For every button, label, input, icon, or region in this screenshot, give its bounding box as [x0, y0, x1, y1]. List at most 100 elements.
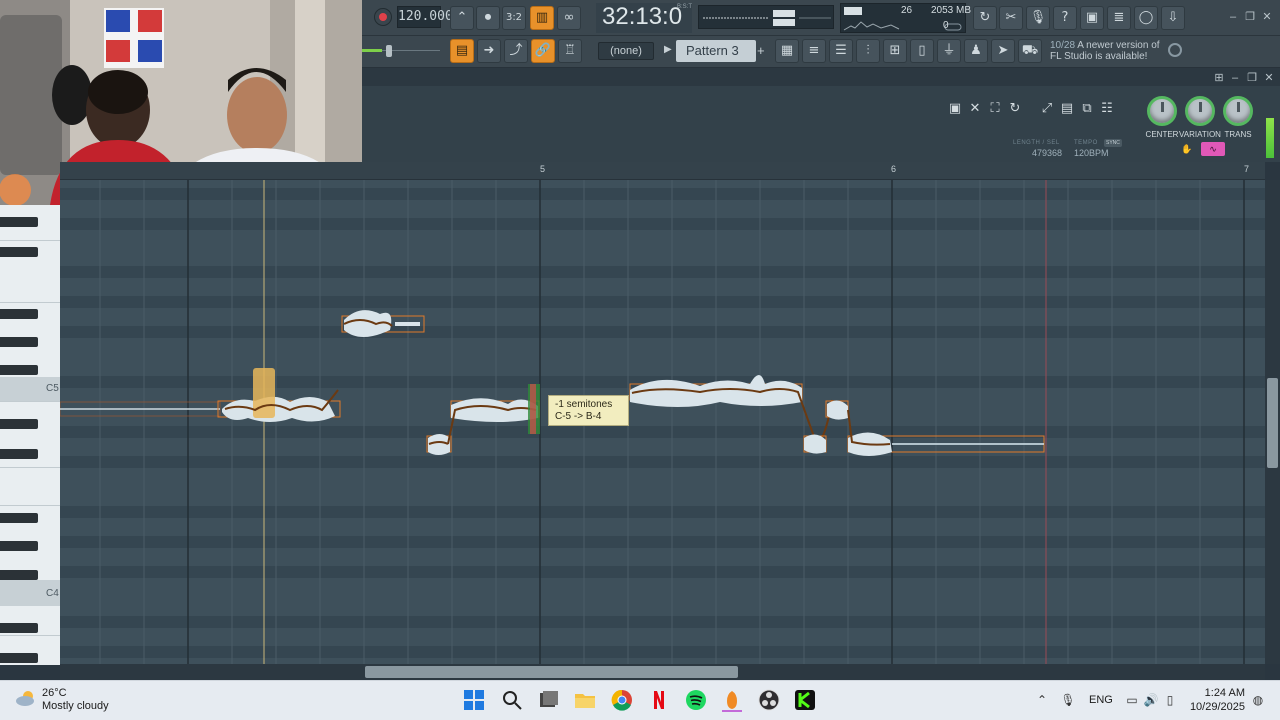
trans-knob[interactable] — [1223, 96, 1253, 126]
update-notification[interactable]: 10/28 A newer version of FL Studio is av… — [1050, 40, 1170, 62]
length-label: LENGTH / SEL — [1013, 140, 1060, 146]
note-blob[interactable] — [426, 434, 452, 455]
plugin-icon[interactable]: ⏚ — [937, 39, 961, 63]
mixer-window-icon[interactable]: ⫶ — [856, 39, 880, 63]
battery-icon[interactable]: ▯ — [1162, 692, 1178, 708]
countdown-icon[interactable]: 3:2 — [502, 6, 526, 30]
pitch-tool-icon[interactable]: ⤢ — [1038, 100, 1056, 118]
vertical-scroll-thumb[interactable] — [1267, 378, 1278, 468]
timeline-ruler[interactable] — [60, 162, 1265, 180]
loop-record-icon[interactable]: ∞ — [557, 6, 581, 30]
start-icon[interactable] — [462, 688, 486, 712]
editor-maximize-icon[interactable]: ❐ — [1245, 71, 1259, 85]
shop-icon[interactable]: ⛟ — [1018, 39, 1042, 63]
weather-temperature[interactable]: 26°C — [42, 687, 67, 699]
clock-date[interactable]: 10/29/2025 — [1181, 701, 1245, 713]
close-icon[interactable]: ✕ — [1260, 10, 1274, 24]
position-unit-label: B:S:T — [677, 4, 693, 10]
browser-icon[interactable]: ⊞ — [883, 39, 907, 63]
online-icon[interactable] — [1168, 43, 1182, 57]
help-icon[interactable]: ? — [1053, 6, 1077, 30]
record-button[interactable] — [374, 8, 392, 26]
weather-description[interactable]: Mostly cloudy — [42, 700, 109, 712]
polyphony-value: 0 — [943, 20, 949, 31]
task-view-icon[interactable] — [537, 688, 561, 712]
restore-icon[interactable]: ❐ — [1243, 10, 1257, 24]
channel-select[interactable]: (none) — [598, 42, 654, 60]
notification-icon[interactable]: ◍ — [1250, 692, 1266, 708]
microphone-tray-icon[interactable]: 🎙 — [1060, 692, 1076, 708]
fl-studio-icon[interactable] — [720, 688, 744, 712]
hint-line1: A newer version of — [1077, 40, 1160, 51]
slide-tool-icon[interactable]: ⤴ — [504, 39, 528, 63]
piano-roll-window-icon[interactable]: ≡ — [802, 39, 826, 63]
tooltip-semitones: -1 semitones — [555, 399, 613, 410]
editor-minimize-icon[interactable]: – — [1228, 71, 1242, 85]
tray-overflow-icon[interactable]: ⌃ — [1034, 692, 1050, 708]
language-indicator[interactable]: ENG — [1089, 694, 1113, 706]
cloudy-weather-icon[interactable] — [14, 688, 38, 708]
editor-header — [362, 86, 1280, 162]
stamp-icon[interactable]: ♖ — [558, 39, 582, 63]
volume-icon[interactable]: 🔊 — [1143, 692, 1159, 708]
touch-keyboard-icon[interactable]: ♟ — [964, 39, 988, 63]
editor-close-icon[interactable]: ✕ — [1262, 71, 1276, 85]
wait-input-icon[interactable]: ⏺ — [476, 6, 500, 30]
refresh-icon[interactable]: ↻ — [1006, 100, 1024, 118]
tempo-display[interactable]: 120.000 — [397, 6, 453, 28]
search-icon[interactable] — [500, 688, 524, 712]
slice-tool-icon[interactable]: ✕ — [966, 100, 984, 118]
sync-badge[interactable]: SYNC — [1104, 139, 1122, 147]
window-menu-icon[interactable]: ⊞ — [1212, 71, 1226, 85]
windows-taskbar — [0, 680, 1280, 720]
mixer-icon[interactable]: ≣ — [1107, 6, 1131, 30]
playlist-icon[interactable]: ▦ — [775, 39, 799, 63]
settings-icon[interactable]: ☷ — [1098, 100, 1116, 118]
grid-rows — [60, 180, 1265, 665]
fl-studio-window: 120.000 ⌃ ⏺ 3:2 ▥ ∞ 32:13:0 B:S:T 26 205… — [0, 0, 1280, 720]
kick-icon[interactable] — [793, 688, 817, 712]
master-volume-slider[interactable] — [362, 44, 442, 58]
copy-icon[interactable]: ⧉ — [1078, 100, 1096, 118]
microphone-icon[interactable]: 🎙 — [1026, 6, 1050, 30]
file-explorer-icon[interactable] — [573, 688, 597, 712]
add-pattern-button[interactable]: + — [757, 41, 769, 61]
c4-label: C4 — [46, 588, 59, 599]
download-icon[interactable]: ⇩ — [1161, 6, 1185, 30]
metronome-icon[interactable]: ⌃ — [450, 6, 474, 30]
chrome-icon[interactable] — [610, 688, 634, 712]
trans-knob-label: TRANS — [1224, 130, 1252, 139]
center-knob[interactable] — [1147, 96, 1177, 126]
play-arrow-icon[interactable]: ▶ — [664, 44, 672, 55]
piano-roll-icon[interactable]: ▤ — [450, 39, 474, 63]
horizontal-scroll-thumb[interactable] — [365, 666, 738, 678]
variation-knob[interactable] — [1185, 96, 1215, 126]
chat-icon[interactable]: ◯ — [1134, 6, 1158, 30]
network-icon[interactable]: ▭ — [1124, 692, 1140, 708]
undo-icon[interactable]: ↻ — [973, 6, 997, 30]
netflix-icon[interactable] — [647, 688, 671, 712]
save-icon[interactable]: ▣ — [1080, 6, 1104, 30]
pitch-mode-button[interactable]: ∿ — [1201, 142, 1225, 156]
hint-counter: 10/28 — [1050, 40, 1076, 51]
select-tool-icon[interactable]: ⛶ — [986, 100, 1004, 118]
length-value: 479368 — [1032, 148, 1063, 158]
pattern-selector[interactable]: Pattern 3 — [676, 40, 756, 62]
export-icon[interactable]: ▤ — [1058, 100, 1076, 118]
clock-time[interactable]: 1:24 AM — [1191, 687, 1245, 699]
templates-icon[interactable]: ▯ — [910, 39, 934, 63]
playlist-arrow-icon[interactable]: ➜ — [477, 39, 501, 63]
link-icon[interactable]: 🔗 — [531, 39, 555, 63]
bar-number: 5 — [540, 164, 546, 174]
obs-icon[interactable] — [757, 688, 781, 712]
send-icon[interactable]: ➤ — [991, 39, 1015, 63]
channel-rack-icon[interactable]: ☰ — [829, 39, 853, 63]
spotify-icon[interactable] — [684, 688, 708, 712]
pitch-editor-grid[interactable] — [60, 180, 1265, 665]
step-edit-icon[interactable]: ▥ — [530, 6, 554, 30]
editor-save-icon[interactable]: ▣ — [946, 100, 964, 118]
cut-icon[interactable]: ✂ — [999, 6, 1023, 30]
tooltip-note-change: C-5 -> B-4 — [555, 411, 602, 422]
hand-tool-icon[interactable]: ✋ — [1178, 142, 1196, 156]
minimize-icon[interactable]: – — [1226, 10, 1240, 24]
